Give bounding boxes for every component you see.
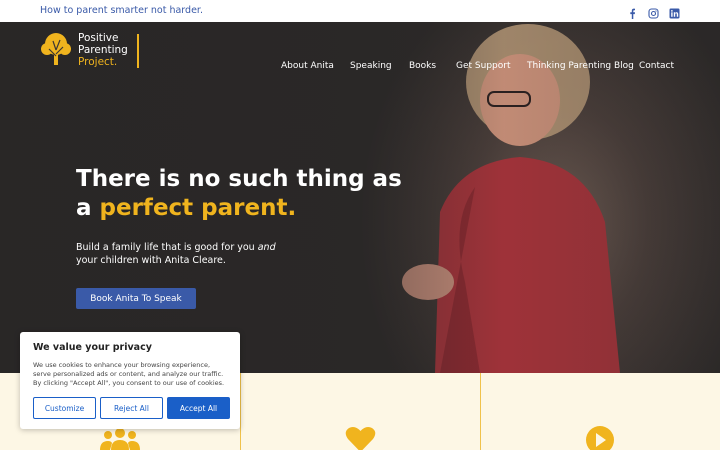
tagline: How to parent smarter not harder. <box>40 5 203 16</box>
headline-line-1: There is no such thing as <box>76 166 402 192</box>
nav-speaking[interactable]: Speaking <box>350 61 392 71</box>
cookie-title: We value your privacy <box>33 342 152 353</box>
nav-contact[interactable]: Contact <box>639 61 674 71</box>
subtext-emphasis: and <box>257 242 276 253</box>
logo-line-1: Positive <box>78 32 119 44</box>
instagram-icon[interactable] <box>648 4 659 19</box>
logo-line-3: Project. <box>78 56 118 68</box>
play-icon[interactable] <box>585 425 615 450</box>
accept-all-button[interactable]: Accept All <box>167 397 230 419</box>
subtext-part-1: Build a family life that is good for you <box>76 242 258 253</box>
nav-about-anita[interactable]: About Anita <box>281 61 334 71</box>
nav-get-support[interactable]: Get Support <box>456 61 510 71</box>
linkedin-icon[interactable] <box>669 4 680 19</box>
headline-prefix: a <box>76 195 100 221</box>
hero-headline: There is no such thing as a perfect pare… <box>76 165 402 223</box>
nav-blog[interactable]: Thinking Parenting Blog <box>527 61 634 71</box>
card-divider <box>480 373 481 450</box>
logo-divider <box>137 34 139 68</box>
social-links <box>627 4 680 19</box>
hero-section: Positive Parenting Project. About Anita … <box>0 22 720 373</box>
cookie-consent-banner: We value your privacy We use cookies to … <box>20 332 240 429</box>
facebook-icon[interactable] <box>627 4 638 19</box>
group-icon <box>100 428 140 450</box>
customize-button[interactable]: Customize <box>33 397 96 419</box>
cookie-buttons: Customize Reject All Accept All <box>33 397 230 419</box>
logo-wordmark: Positive Parenting Project. <box>78 32 128 68</box>
tree-icon <box>41 33 71 65</box>
top-bar: How to parent smarter not harder. <box>0 0 720 22</box>
subtext-part-2: your children with Anita Cleare. <box>76 255 226 266</box>
headline-line-2: a perfect parent. <box>76 194 402 223</box>
site-logo[interactable]: Positive Parenting Project. <box>40 32 139 68</box>
book-anita-button[interactable]: Book Anita To Speak <box>76 288 196 309</box>
heart-icon <box>345 427 376 450</box>
logo-line-2: Parenting <box>78 44 128 56</box>
hero-subtext: Build a family life that is good for you… <box>76 241 276 267</box>
reject-all-button[interactable]: Reject All <box>100 397 163 419</box>
cookie-body: We use cookies to enhance your browsing … <box>33 361 225 387</box>
nav-books[interactable]: Books <box>409 61 436 71</box>
headline-accent: perfect parent. <box>99 195 297 221</box>
card-divider <box>240 373 241 450</box>
